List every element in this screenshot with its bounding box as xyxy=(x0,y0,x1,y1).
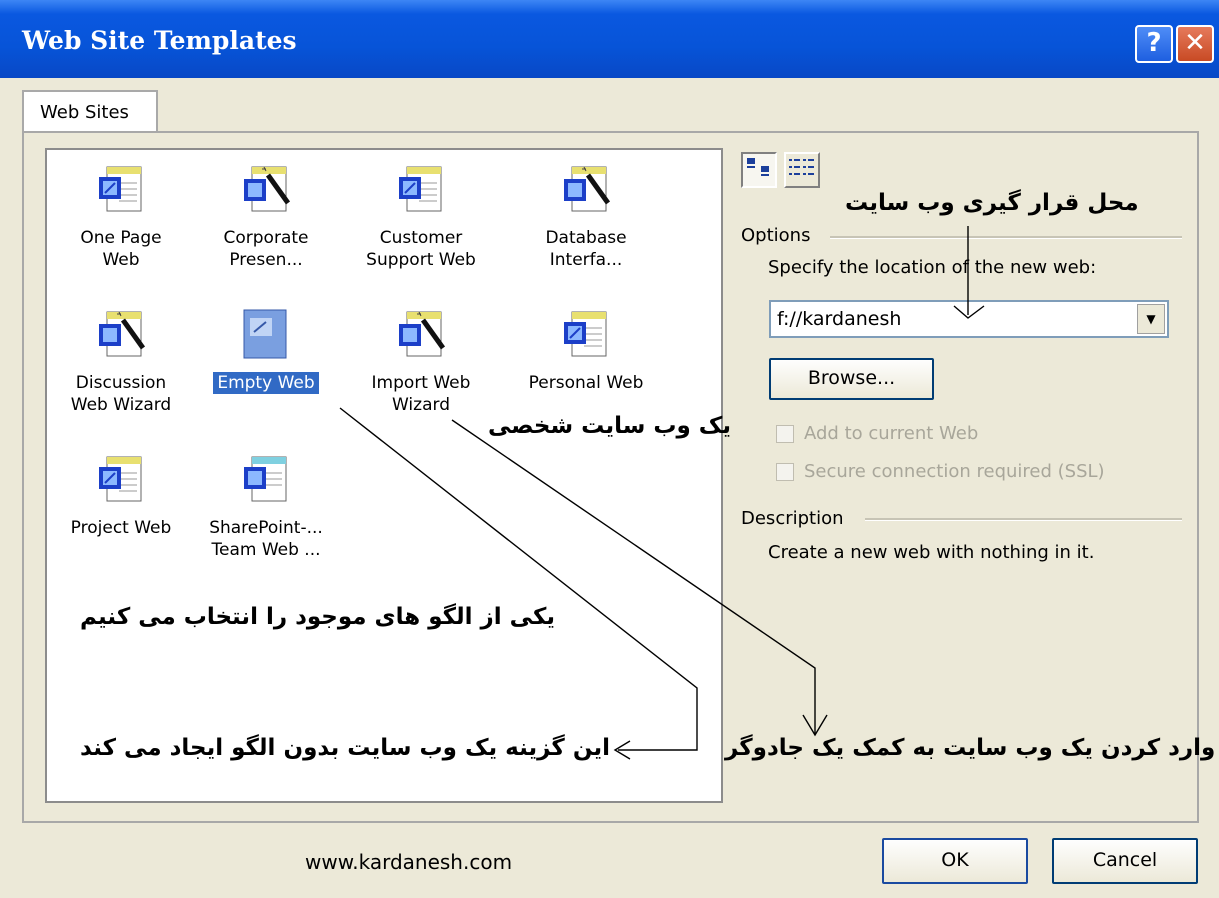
template-item[interactable]: Empty Web xyxy=(191,306,341,394)
large-icons-icon xyxy=(747,158,769,176)
browse-button[interactable]: Browse... xyxy=(769,358,934,400)
location-label: Specify the location of the new web: xyxy=(768,257,1097,278)
template-item[interactable]: Database Interfa... xyxy=(511,161,661,271)
template-label: Wizard xyxy=(392,395,450,415)
template-label: SharePoint-... xyxy=(209,518,323,538)
annotation-choose: یکی از الگو های موجود را انتخاب می کنیم xyxy=(80,604,555,630)
template-label: Presen... xyxy=(229,250,303,270)
annotation-location: محل قرار گیری وب سایت xyxy=(845,190,1139,216)
template-label: Import Web xyxy=(371,373,471,393)
cancel-button[interactable]: Cancel xyxy=(1052,838,1198,884)
help-button[interactable]: ? xyxy=(1135,25,1173,63)
page-icon xyxy=(46,451,196,513)
description-heading: Description xyxy=(741,508,844,529)
ssl-label: Secure connection required (SSL) xyxy=(804,461,1105,482)
location-value: f://kardanesh xyxy=(777,308,902,330)
template-item[interactable]: Customer Support Web xyxy=(346,161,496,271)
checkbox-icon xyxy=(776,425,794,443)
annotation-wizard: وارد کردن یک وب سایت به کمک یک جادوگر xyxy=(725,735,1216,761)
template-label: Personal Web xyxy=(528,373,644,393)
title-bar[interactable]: Web Site Templates ? ✕ xyxy=(0,0,1219,78)
add-to-current-label: Add to current Web xyxy=(804,423,979,444)
template-label: Discussion xyxy=(75,373,167,393)
wizard-icon xyxy=(346,306,496,368)
template-item[interactable]: SharePoint-... Team Web ... xyxy=(191,451,341,561)
options-heading: Options xyxy=(741,225,811,246)
template-item[interactable]: Import Web Wizard xyxy=(346,306,496,416)
details-view-button[interactable] xyxy=(784,152,820,188)
template-label: Team Web ... xyxy=(211,540,321,560)
template-item[interactable]: Project Web xyxy=(46,451,196,539)
template-item[interactable]: One Page Web xyxy=(46,161,196,271)
template-label: Web xyxy=(102,250,140,270)
add-to-current-checkbox[interactable]: Add to current Web xyxy=(776,423,978,444)
page-icon xyxy=(46,161,196,223)
template-label: Web Wizard xyxy=(70,395,172,415)
wizard-icon xyxy=(46,306,196,368)
template-label: One Page xyxy=(80,228,162,248)
window-title: Web Site Templates xyxy=(22,26,297,55)
template-label: Database xyxy=(545,228,627,248)
location-combobox[interactable]: f://kardanesh ▼ xyxy=(769,300,1169,338)
template-item[interactable]: Personal Web xyxy=(511,306,661,394)
template-label: Empty Web xyxy=(213,372,319,394)
annotation-personal: یک وب سایت شخصی xyxy=(488,413,731,439)
annotation-empty: این گزینه یک وب سایت بدون الگو ایجاد می … xyxy=(80,735,611,761)
details-view-icon xyxy=(789,159,814,175)
tab-web-sites[interactable]: Web Sites xyxy=(22,90,158,132)
ssl-checkbox[interactable]: Secure connection required (SSL) xyxy=(776,461,1105,482)
page-icon xyxy=(346,161,496,223)
template-label: Project Web xyxy=(70,518,172,538)
template-item[interactable]: Corporate Presen... xyxy=(191,161,341,271)
wizard-icon xyxy=(511,161,661,223)
wizard-icon xyxy=(191,161,341,223)
template-label: Corporate xyxy=(223,228,309,248)
description-divider xyxy=(865,518,1182,521)
template-label: Interfa... xyxy=(549,250,623,270)
large-icons-view-button[interactable] xyxy=(741,152,777,188)
options-divider xyxy=(830,236,1182,239)
ok-button[interactable]: OK xyxy=(882,838,1028,884)
checkbox-icon xyxy=(776,463,794,481)
page-icon xyxy=(511,306,661,368)
website-url: www.kardanesh.com xyxy=(305,850,513,874)
template-label: Customer xyxy=(379,228,463,248)
empty-page-icon xyxy=(191,306,341,368)
sharepoint-icon xyxy=(191,451,341,513)
close-button[interactable]: ✕ xyxy=(1176,25,1214,63)
template-label: Support Web xyxy=(366,250,476,270)
template-item[interactable]: Discussion Web Wizard xyxy=(46,306,196,416)
description-text: Create a new web with nothing in it. xyxy=(768,542,1095,563)
dropdown-arrow-icon[interactable]: ▼ xyxy=(1137,304,1165,334)
